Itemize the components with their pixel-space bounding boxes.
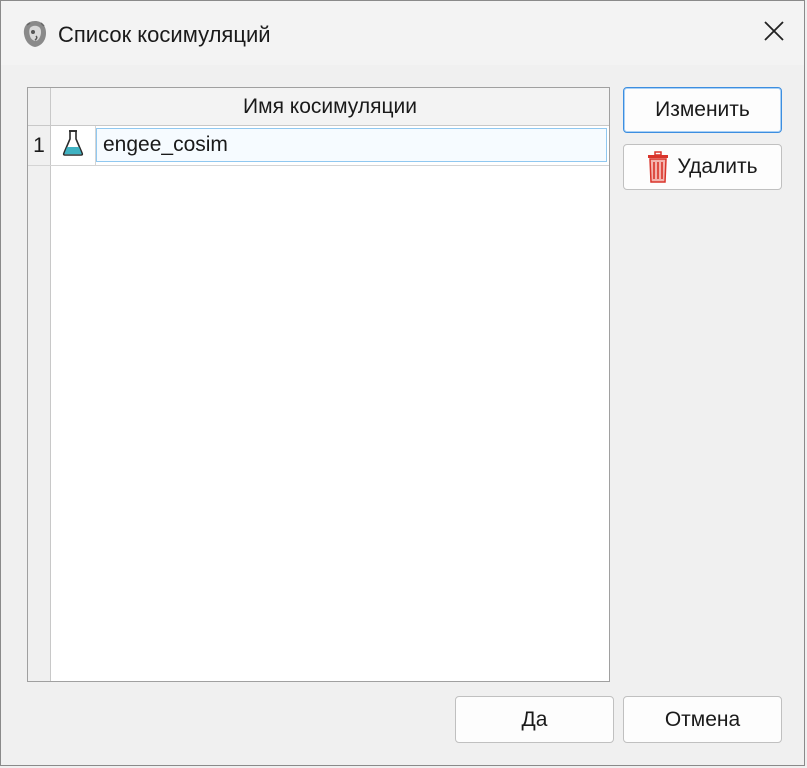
cancel-button[interactable]: Отмена xyxy=(623,696,782,743)
ok-button-label: Да xyxy=(521,707,548,731)
table-row[interactable]: 1 engee_cosim xyxy=(28,126,609,166)
flask-icon xyxy=(62,129,84,162)
cosimulation-list-dialog: Список косимуляций Имя косимуляции 1 eng… xyxy=(0,0,805,766)
delete-button-label: Удалить xyxy=(677,155,758,178)
app-logo-icon xyxy=(21,19,49,49)
close-button[interactable] xyxy=(744,1,804,65)
row-header-gutter xyxy=(28,126,51,681)
edit-button-label: Изменить xyxy=(655,98,750,121)
title-bar[interactable]: Список косимуляций xyxy=(1,1,804,65)
edit-button[interactable]: Изменить xyxy=(623,87,782,133)
close-icon xyxy=(763,20,785,47)
cosimulation-table[interactable]: Имя косимуляции 1 engee_cosim xyxy=(27,87,610,682)
dialog-content: Имя косимуляции 1 engee_cosim Изменить У… xyxy=(1,65,804,765)
row-index[interactable]: 1 xyxy=(28,126,51,165)
trash-icon xyxy=(647,151,669,183)
delete-button[interactable]: Удалить xyxy=(623,144,782,190)
row-icon-cell xyxy=(51,126,96,165)
cancel-button-label: Отмена xyxy=(664,707,741,731)
ok-button[interactable]: Да xyxy=(455,696,614,743)
table-corner xyxy=(28,88,51,126)
column-header-name[interactable]: Имя косимуляции xyxy=(51,88,609,126)
cosimulation-name-cell[interactable]: engee_cosim xyxy=(96,128,607,162)
dialog-title: Список косимуляций xyxy=(58,22,271,47)
